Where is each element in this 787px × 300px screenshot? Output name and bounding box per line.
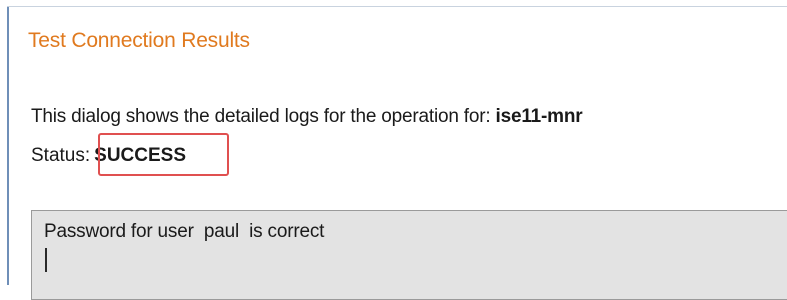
status-label: Status:: [31, 145, 91, 166]
text-cursor: [45, 248, 47, 272]
dialog-top-border: [7, 6, 787, 7]
log-textarea[interactable]: Password for user paul is correct: [31, 210, 787, 300]
log-text: Password for user paul is correct: [44, 221, 325, 242]
status-highlight-box: [98, 133, 229, 176]
test-connection-dialog: Test Connection Results This dialog show…: [0, 0, 787, 300]
description-text: This dialog shows the detailed logs for …: [31, 106, 496, 127]
dialog-description: This dialog shows the detailed logs for …: [31, 106, 583, 128]
dialog-title: Test Connection Results: [28, 29, 250, 52]
dialog-left-border: [7, 6, 9, 285]
description-host: ise11-mnr: [495, 106, 583, 127]
